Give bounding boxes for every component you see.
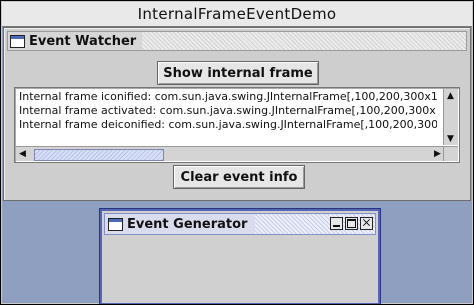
event-watcher-titlebar[interactable]: Event Watcher (7, 31, 467, 51)
event-watcher-title: Event Watcher (29, 33, 137, 49)
clear-event-info-button[interactable]: Clear event info (173, 165, 305, 189)
frame-controls (330, 217, 373, 230)
event-log-scrollpane[interactable]: Internal frame iconified: com.sun.java.s… (14, 87, 460, 163)
event-log-text[interactable]: Internal frame iconified: com.sun.java.s… (19, 90, 437, 146)
internal-frame-icon (108, 217, 123, 231)
minimize-icon[interactable] (330, 217, 343, 230)
vertical-scrollbar[interactable]: ▲ ▼ (443, 89, 458, 145)
app-window: InternalFrameEventDemo Event Watcher Sho… (0, 0, 474, 305)
scroll-down-icon[interactable]: ▼ (444, 132, 457, 145)
event-generator-titlebar[interactable]: Event Generator (104, 213, 376, 235)
app-titlebar[interactable]: InternalFrameEventDemo (2, 2, 472, 27)
event-watcher-frame: Event Watcher Show internal frame Intern… (3, 27, 471, 201)
event-watcher-title-box: Event Watcher (8, 32, 143, 50)
event-generator-title: Event Generator (127, 216, 248, 232)
event-generator-frame: Event Generator (100, 209, 380, 304)
internal-frame-icon (10, 34, 25, 48)
event-generator-title-box: Event Generator (105, 214, 256, 234)
event-log-line: Internal frame deiconified: com.sun.java… (19, 118, 437, 131)
event-log-line: Internal frame activated: com.sun.java.s… (19, 104, 437, 117)
scroll-up-icon[interactable]: ▲ (444, 89, 457, 102)
scroll-left-icon[interactable]: ◀ (16, 147, 29, 160)
horizontal-scrollbar[interactable]: ◀ ▶ (16, 146, 444, 161)
scrollpane-corner (443, 146, 458, 161)
maximize-icon[interactable] (345, 217, 358, 230)
horizontal-scroll-thumb[interactable] (34, 149, 164, 161)
app-title: InternalFrameEventDemo (137, 5, 337, 23)
event-log-line: Internal frame iconified: com.sun.java.s… (19, 90, 437, 103)
show-internal-frame-button[interactable]: Show internal frame (157, 61, 319, 85)
close-icon[interactable] (360, 217, 373, 230)
desktop-pane: Event Watcher Show internal frame Intern… (2, 27, 472, 304)
